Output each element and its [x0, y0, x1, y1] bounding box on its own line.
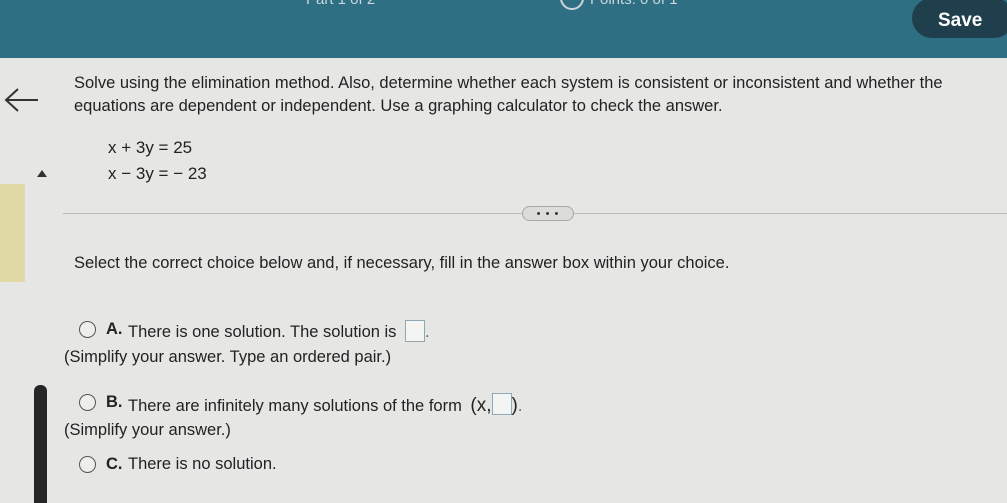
radio-button-a[interactable] — [79, 321, 96, 338]
top-bar: Part 1 of 2 Points: 0 of 1 Save — [0, 0, 1007, 58]
save-button[interactable]: Save — [912, 0, 1007, 38]
choice-b-letter: B. — [106, 393, 123, 411]
answer-box-b[interactable] — [491, 393, 512, 415]
equation-1: x + 3y = 25 — [108, 138, 193, 157]
equation-system: x + 3y = 25 x − 3y = − 23 — [108, 135, 207, 187]
part-indicator: Part 1 of 2 — [306, 0, 375, 8]
form-expression: (x,) — [470, 393, 518, 416]
form-open: (x, — [470, 395, 492, 416]
choice-b-hint: (Simplify your answer.) — [64, 421, 231, 439]
choice-prompt: Select the correct choice below and, if … — [74, 254, 730, 272]
side-scroll-handle[interactable] — [34, 385, 47, 503]
points-circle-icon — [560, 0, 584, 10]
choice-a-letter: A. — [106, 320, 123, 338]
side-marker — [0, 184, 25, 282]
choice-b-text-wrap: There are infinitely many solutions of t… — [128, 393, 523, 416]
choice-a-text-wrap: There is one solution. The solution is . — [128, 320, 430, 342]
choice-b-text: There are infinitely many solutions of t… — [128, 397, 462, 415]
points-indicator: Points: 0 of 1 — [590, 0, 678, 8]
choice-a-hint: (Simplify your answer. Type an ordered p… — [64, 348, 392, 366]
more-options-button[interactable]: • • • — [522, 206, 574, 221]
equation-2: x − 3y = − 23 — [108, 164, 207, 183]
radio-button-b[interactable] — [79, 394, 96, 411]
collapse-triangle-icon[interactable] — [37, 170, 47, 177]
choice-a-text: There is one solution. The solution is — [128, 323, 397, 341]
question-instructions: Solve using the elimination method. Also… — [74, 74, 943, 115]
answer-box-a[interactable] — [405, 320, 426, 342]
choice-c-text: There is no solution. — [128, 455, 277, 473]
back-arrow-icon[interactable] — [4, 87, 40, 113]
radio-button-c[interactable] — [79, 456, 96, 473]
choice-c-letter: C. — [106, 455, 123, 473]
